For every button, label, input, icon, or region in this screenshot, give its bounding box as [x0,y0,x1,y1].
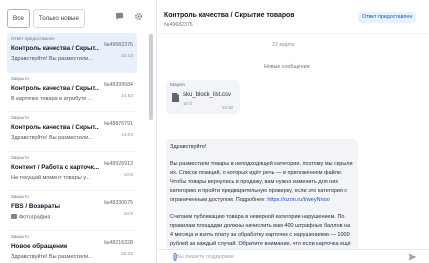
support-message-bubble: Здравствуйте! Вы разместили товары в неп… [166,139,358,249]
message-greeting: Здравствуйте! [170,144,207,150]
thread-number: №48876791 [103,121,133,127]
attachment-file-size: 10 б [183,101,193,106]
thread-number: №48926913 [103,160,133,167]
thread-title: Контент / Работа с карточк... [11,163,99,171]
thread-title: Контроль качества / Скрыт... [11,45,99,52]
chat-title: Контроль качества / Скрытие товаров [164,12,295,19]
thread-title: Контроль качества / Скрыт... [11,124,99,131]
thread-title: Контроль качества / Скрыт... [11,84,99,92]
list-scrollbar[interactable] [149,34,153,120]
gear-icon[interactable] [134,12,143,21]
thread-number: №49682376 [103,42,133,48]
file-message-bubble: Мария sku_block_list.csv 10 б 16:30 [166,80,240,114]
conversation-item[interactable]: Закрыто №48926913 Контент / Работа с кар… [7,152,137,191]
conversation-list-panel: Все Только новые Ответ предоставлен №496… [0,0,157,263]
thread-preview: Здравствуйте! Вы разместили... [11,135,93,141]
photo-icon [11,214,17,219]
thread-preview: Здравствуйте! Вы разместили... [11,56,93,62]
filter-all-button[interactable]: Все [7,9,30,28]
new-messages-divider: Новые сообщения [264,64,310,70]
thread-time: 14:03 [120,133,133,138]
message-paragraph: Считаем публикацию товара в неверной кат… [170,214,351,247]
thread-preview: Здравствуйте! Вы разместили... [11,253,93,260]
message-time: 16:30 [222,105,233,110]
message-input[interactable] [176,252,396,262]
conversation-list: Ответ предоставлен №49682376 Контроль ка… [7,33,137,263]
message-paragraph: Вы разместили товары в неподходящей кате… [170,160,354,205]
conversation-item[interactable]: Ответ предоставлен №49682376 Контроль ка… [7,33,137,73]
thread-number: №48330675 [103,200,133,206]
date-separator: 22 марта [272,42,295,48]
send-arrow-icon[interactable] [408,253,417,261]
thread-preview: Фотография [11,214,123,221]
thread-time: 26.03 [120,251,133,257]
header-divider [158,33,429,34]
attachment-file-name[interactable]: sku_block_list.csv [183,92,231,98]
conversation-item[interactable]: Закрыто №48330675 FBS / Возвраты 10:6 Фо… [7,191,137,231]
conversation-item[interactable]: Закрыто №48399584 Контроль качества / Ск… [7,73,137,112]
filter-tabs: Все Только новые [7,9,85,28]
thread-time: 10:6 [123,212,133,217]
thread-time: 22.03 [120,54,133,59]
thread-number: №48216328 [103,239,133,246]
thread-preview-text: Фотография [19,214,51,221]
thread-time: 14:53 [120,93,133,99]
thread-preview: На текущий момент товары у... [11,174,91,181]
document-icon[interactable] [172,93,179,102]
thread-time: 10:6 [123,172,133,178]
conversation-item[interactable]: Закрыто №48876791 Контроль качества / Ск… [7,112,137,152]
thread-number: №48399584 [103,81,133,88]
chat-bubble-icon[interactable] [115,12,124,21]
message-link[interactable]: https://ozon.ru/t/weyNnoo [267,197,329,203]
thread-preview: В карточке товара в атрибуте ... [11,95,93,102]
filter-new-only-button[interactable]: Только новые [32,9,85,28]
message-sender: Мария [170,83,185,88]
status-badge: Ответ предоставлен [358,12,417,23]
chat-number: №49682376 [164,22,193,28]
thread-title: Новое обращение [11,242,68,250]
conversation-item[interactable]: Закрыто №48216328 Новое обращение 26.03 … [7,231,137,263]
thread-title: FBS / Возвраты [11,203,60,210]
